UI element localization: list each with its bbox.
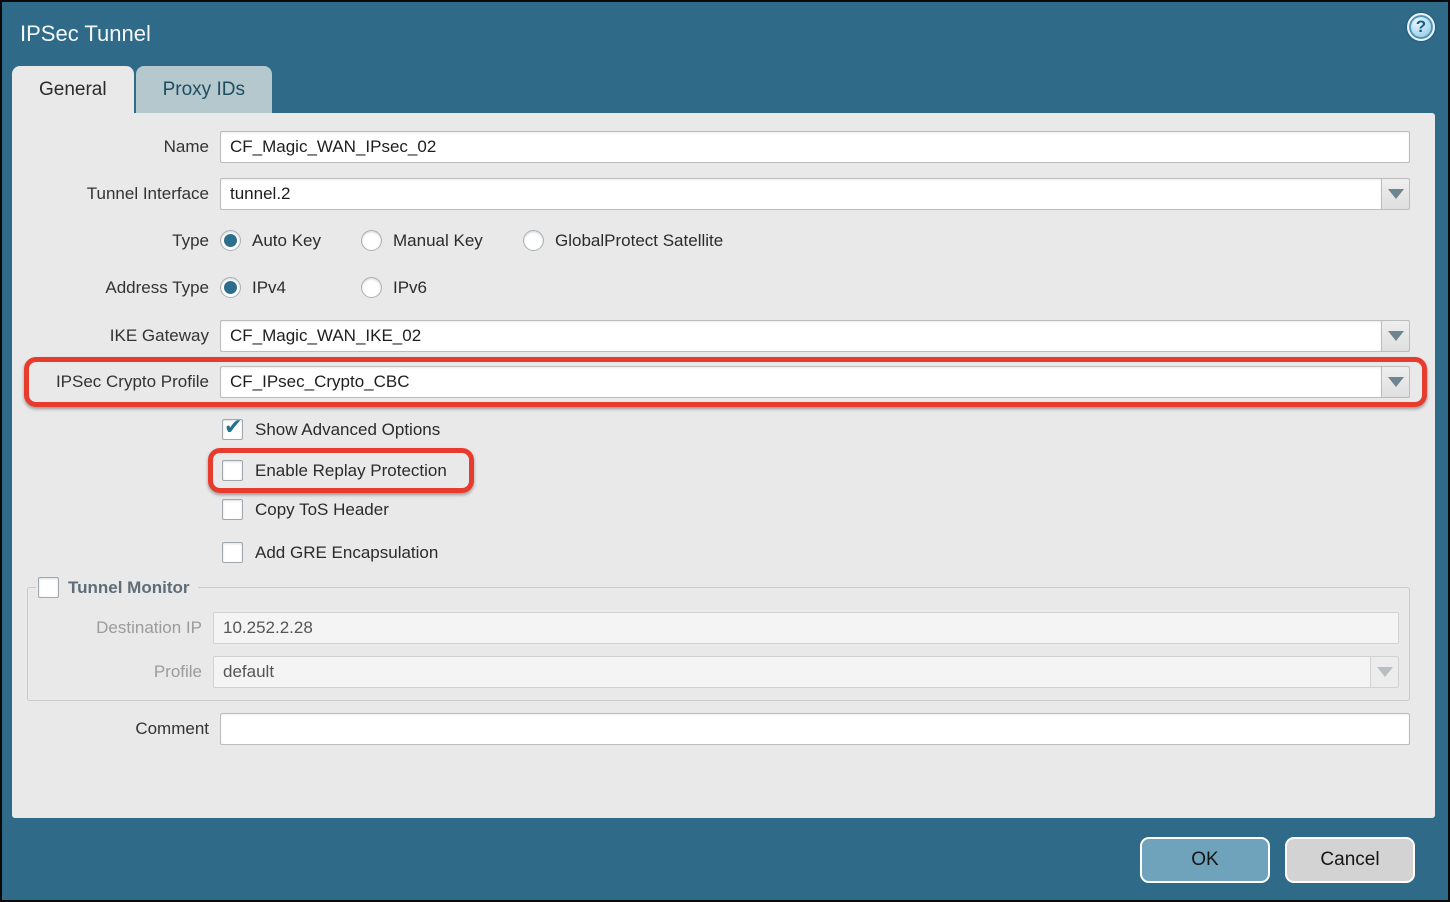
name-input[interactable]: [220, 131, 1410, 163]
ike-gateway-dropdown: [220, 320, 1410, 352]
radio-unselected-icon[interactable]: [523, 230, 544, 251]
ipsec-crypto-profile-dropdown-button[interactable]: [1381, 366, 1410, 398]
tab-general[interactable]: General: [12, 66, 134, 113]
tunnel-monitor-legend: Tunnel Monitor: [36, 577, 198, 598]
type-label: Type: [12, 231, 209, 251]
dialog-title: IPSec Tunnel: [20, 21, 151, 47]
profile-row: Profile: [28, 656, 1409, 688]
destination-ip-label: Destination IP: [28, 618, 202, 638]
highlight-ring-enable-replay-protection: Enable Replay Protection: [208, 448, 474, 493]
chevron-down-icon: [1388, 189, 1404, 199]
ok-button[interactable]: OK: [1140, 837, 1270, 883]
tunnel-monitor-label: Tunnel Monitor: [68, 578, 190, 598]
radio-unselected-icon[interactable]: [361, 230, 382, 251]
tunnel-monitor-group: Tunnel Monitor Destination IP Profile: [27, 577, 1410, 701]
comment-input[interactable]: [220, 713, 1410, 745]
enable-replay-protection-row[interactable]: Enable Replay Protection: [222, 460, 447, 481]
tunnel-interface-input[interactable]: [220, 178, 1381, 210]
type-radio-group: Auto Key Manual Key GlobalProtect Satell…: [220, 230, 723, 251]
comment-label: Comment: [12, 719, 209, 739]
checkbox-unchecked-icon[interactable]: [222, 542, 243, 563]
show-advanced-options-row[interactable]: Show Advanced Options: [222, 419, 1435, 440]
chevron-down-icon: [1388, 377, 1404, 387]
name-label: Name: [12, 137, 209, 157]
radio-manual-key-label: Manual Key: [393, 231, 483, 251]
profile-dropdown-button: [1370, 656, 1399, 688]
highlight-ring-ipsec-crypto-profile: IPSec Crypto Profile: [24, 357, 1427, 407]
radio-auto-key[interactable]: Auto Key: [220, 230, 361, 251]
tab-proxy-ids-label: Proxy IDs: [163, 79, 245, 101]
profile-label: Profile: [28, 662, 202, 682]
radio-ipv6[interactable]: IPv6: [361, 277, 502, 298]
enable-replay-protection-label: Enable Replay Protection: [255, 461, 447, 481]
comment-row: Comment: [12, 713, 1435, 745]
address-type-row: Address Type IPv4 IPv6: [12, 277, 1435, 298]
name-row: Name: [12, 131, 1435, 163]
tab-proxy-ids[interactable]: Proxy IDs: [136, 66, 272, 113]
radio-auto-key-label: Auto Key: [252, 231, 321, 251]
address-type-radio-group: IPv4 IPv6: [220, 277, 502, 298]
radio-ipv6-label: IPv6: [393, 278, 427, 298]
checkbox-unchecked-icon[interactable]: [222, 499, 243, 520]
chevron-down-icon: [1377, 667, 1393, 677]
address-type-label: Address Type: [12, 278, 209, 298]
radio-ipv4[interactable]: IPv4: [220, 277, 361, 298]
radio-globalprotect-satellite[interactable]: GlobalProtect Satellite: [523, 230, 723, 251]
ike-gateway-input[interactable]: [220, 320, 1381, 352]
copy-tos-header-label: Copy ToS Header: [255, 500, 389, 520]
radio-ipv4-label: IPv4: [252, 278, 286, 298]
show-advanced-options-label: Show Advanced Options: [255, 420, 440, 440]
ipsec-crypto-profile-row: IPSec Crypto Profile: [29, 366, 1418, 398]
general-tab-panel: Name Tunnel Interface Type Auto Key: [12, 113, 1435, 818]
help-icon[interactable]: ?: [1407, 13, 1435, 41]
destination-ip-input: [213, 612, 1399, 644]
ipsec-crypto-profile-input[interactable]: [220, 366, 1381, 398]
ipsec-crypto-profile-dropdown: [220, 366, 1410, 398]
add-gre-encapsulation-row[interactable]: Add GRE Encapsulation: [222, 542, 1435, 563]
type-row: Type Auto Key Manual Key GlobalProtect S…: [12, 230, 1435, 251]
dialog-footer: OK Cancel: [2, 818, 1448, 902]
chevron-down-icon: [1388, 331, 1404, 341]
radio-selected-icon[interactable]: [220, 230, 241, 251]
tunnel-interface-row: Tunnel Interface: [12, 178, 1435, 210]
profile-input: [213, 656, 1370, 688]
ipsec-crypto-profile-label: IPSec Crypto Profile: [29, 372, 209, 392]
add-gre-encapsulation-label: Add GRE Encapsulation: [255, 543, 438, 563]
tunnel-interface-dropdown: [220, 178, 1410, 210]
ipsec-tunnel-dialog: IPSec Tunnel ? General Proxy IDs Name Tu…: [0, 0, 1450, 902]
tunnel-interface-label: Tunnel Interface: [12, 184, 209, 204]
ike-gateway-row: IKE Gateway: [12, 320, 1435, 352]
tab-bar: General Proxy IDs: [12, 66, 1448, 113]
checkbox-unchecked-icon[interactable]: [222, 460, 243, 481]
ike-gateway-dropdown-button[interactable]: [1381, 320, 1410, 352]
radio-manual-key[interactable]: Manual Key: [361, 230, 523, 251]
tunnel-monitor-checkbox[interactable]: [38, 577, 59, 598]
cancel-button[interactable]: Cancel: [1285, 837, 1415, 883]
copy-tos-header-row[interactable]: Copy ToS Header: [222, 499, 1435, 520]
profile-dropdown: [213, 656, 1399, 688]
radio-selected-icon[interactable]: [220, 277, 241, 298]
ike-gateway-label: IKE Gateway: [12, 326, 209, 346]
checkbox-checked-icon[interactable]: [222, 419, 243, 440]
radio-globalprotect-satellite-label: GlobalProtect Satellite: [555, 231, 723, 251]
destination-ip-row: Destination IP: [28, 612, 1409, 644]
tunnel-interface-dropdown-button[interactable]: [1381, 178, 1410, 210]
tab-general-label: General: [39, 79, 107, 101]
dialog-titlebar: IPSec Tunnel ?: [2, 2, 1448, 66]
radio-unselected-icon[interactable]: [361, 277, 382, 298]
